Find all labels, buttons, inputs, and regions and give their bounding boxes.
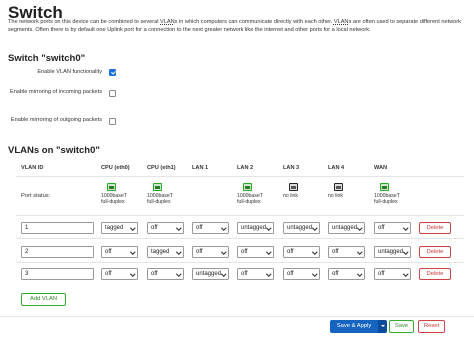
- delete-vlan-button[interactable]: Delete: [419, 222, 451, 234]
- option-label-mirror-in: Enable mirroring of incoming packets: [9, 89, 102, 95]
- table-divider: [16, 262, 464, 263]
- port-select-cpu-eth1[interactable]: off: [147, 268, 184, 280]
- option-label-vlan: Enable VLAN functionality: [37, 69, 102, 75]
- port-select-lan3[interactable]: untagged: [283, 222, 320, 234]
- reset-button[interactable]: Reset: [418, 320, 445, 333]
- col-header-lan2: LAN 2: [237, 165, 254, 171]
- port-select-lan2[interactable]: untagged: [237, 222, 274, 234]
- table-divider: [16, 215, 464, 216]
- port-status-lan2: 1000baseT full-duplex: [237, 183, 263, 205]
- port-select-lan4[interactable]: off: [328, 268, 365, 280]
- port-up-icon: [380, 183, 389, 191]
- port-status-lan3: no link: [283, 183, 298, 199]
- save-apply-dropdown-caret-icon[interactable]: [378, 320, 387, 333]
- save-apply-button[interactable]: Save & Apply: [330, 320, 378, 333]
- vlan-id-input[interactable]: 2: [21, 246, 94, 258]
- port-select-lan2[interactable]: off: [237, 246, 274, 258]
- port-select-lan1[interactable]: untagged: [192, 268, 229, 280]
- port-up-icon: [153, 183, 162, 191]
- vlan-id-input[interactable]: 3: [21, 268, 94, 280]
- mirror-incoming-checkbox[interactable]: [109, 90, 116, 97]
- port-select-lan1[interactable]: off: [192, 222, 229, 234]
- col-header-vlan-id: VLAN ID: [21, 165, 44, 171]
- port-status-wan: 1000baseT full-duplex: [374, 183, 400, 205]
- port-select-wan[interactable]: untagged: [374, 246, 411, 258]
- port-select-wan[interactable]: off: [374, 222, 411, 234]
- port-select-lan2[interactable]: off: [237, 268, 274, 280]
- page-description: The network ports on this device can be …: [8, 19, 461, 33]
- option-label-mirror-out: Enable mirroring of outgoing packets: [10, 117, 102, 123]
- port-select-cpu-eth0[interactable]: off: [101, 246, 138, 258]
- col-header-lan3: LAN 3: [283, 165, 300, 171]
- port-select-wan[interactable]: off: [374, 268, 411, 280]
- vlan-abbr: VLAN: [333, 19, 349, 25]
- port-up-icon: [107, 183, 116, 191]
- add-vlan-button[interactable]: Add VLAN: [21, 293, 66, 306]
- footer-divider: [0, 316, 474, 317]
- table-divider: [16, 238, 464, 239]
- port-select-cpu-eth0[interactable]: tagged: [101, 222, 138, 234]
- port-select-cpu-eth1[interactable]: off: [147, 222, 184, 234]
- port-select-lan4[interactable]: untagged: [328, 222, 365, 234]
- port-select-cpu-eth0[interactable]: off: [101, 268, 138, 280]
- col-header-lan1: LAN 1: [192, 165, 209, 171]
- port-status-cpu-eth1: 1000baseT full-duplex: [147, 183, 173, 205]
- port-down-icon: [289, 183, 298, 191]
- port-status-lan4: no link: [328, 183, 343, 199]
- port-select-lan4[interactable]: off: [328, 246, 365, 258]
- save-button[interactable]: Save: [389, 320, 414, 333]
- table-divider: [16, 176, 464, 177]
- delete-vlan-button[interactable]: Delete: [419, 268, 451, 280]
- port-select-lan3[interactable]: off: [283, 268, 320, 280]
- port-select-cpu-eth1[interactable]: tagged: [147, 246, 184, 258]
- port-select-lan1[interactable]: off: [192, 246, 229, 258]
- enable-vlan-checkbox[interactable]: [109, 69, 116, 76]
- port-up-icon: [243, 183, 252, 191]
- switch-section-title: Switch "switch0": [8, 53, 86, 64]
- port-select-lan3[interactable]: off: [283, 246, 320, 258]
- col-header-lan4: LAN 4: [328, 165, 345, 171]
- vlan-id-input[interactable]: 1: [21, 222, 94, 234]
- port-down-icon: [334, 183, 343, 191]
- col-header-wan: WAN: [374, 165, 388, 171]
- port-status-cpu-eth0: 1000baseT full-duplex: [101, 183, 127, 205]
- col-header-cpu-eth1: CPU (eth1): [147, 165, 176, 171]
- mirror-outgoing-checkbox[interactable]: [109, 118, 116, 125]
- vlans-section-title: VLANs on "switch0": [8, 145, 100, 156]
- port-status-label: Port status:: [21, 193, 51, 199]
- vlan-abbr: VLAN: [160, 19, 175, 25]
- delete-vlan-button[interactable]: Delete: [419, 246, 451, 258]
- col-header-cpu-eth0: CPU (eth0): [101, 165, 130, 171]
